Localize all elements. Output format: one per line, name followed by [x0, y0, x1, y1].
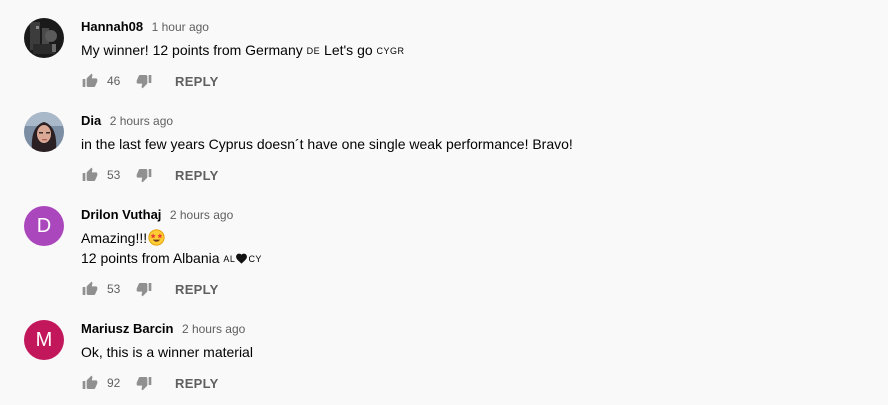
comment-thread: Dia 2 hours ago in the last few years Cy…: [24, 112, 864, 192]
like-button[interactable]: [81, 280, 99, 298]
dislike-button[interactable]: [135, 280, 153, 298]
comment-actions: 53 REPLY: [81, 277, 219, 301]
comment-actions: 46 REPLY: [81, 69, 219, 93]
like-count: 92: [107, 376, 121, 390]
comment-body: Mariusz Barcin 2 hours ago Ok, this is a…: [81, 320, 861, 362]
dislike-button[interactable]: [135, 166, 153, 184]
black-heart-emoji: [236, 253, 248, 264]
avatar-photo: [24, 18, 64, 58]
comment-body: Dia 2 hours ago in the last few years Cy…: [81, 112, 861, 154]
comment-time[interactable]: 2 hours ago: [182, 322, 245, 336]
reply-button[interactable]: REPLY: [175, 168, 219, 183]
dislike-button[interactable]: [135, 374, 153, 392]
thumb-up-icon: [82, 73, 98, 87]
flag-cy: CY: [248, 254, 262, 264]
comment-text-part: My winner! 12 points from Germany: [81, 42, 307, 58]
avatar[interactable]: D: [24, 206, 64, 246]
thumb-down-icon: [136, 377, 152, 391]
thumb-up-icon: [82, 167, 98, 181]
like-count: 46: [107, 74, 121, 88]
like-count: 53: [107, 282, 121, 296]
flag-cy-gr: CYGR: [376, 46, 405, 56]
comment-header: Hannah08 1 hour ago: [81, 18, 861, 36]
comment-author[interactable]: Dia: [81, 113, 101, 128]
comment-text: My winner! 12 points from Germany DE Let…: [81, 40, 861, 61]
avatar-letter: D: [36, 214, 52, 237]
thumb-down-icon: [136, 169, 152, 183]
comment-text-part: 12 points from Albania: [81, 250, 224, 266]
avatar-letter: M: [35, 328, 53, 351]
comment-thread: Hannah08 1 hour ago My winner! 12 points…: [24, 18, 864, 98]
like-button[interactable]: [81, 374, 99, 392]
comment-text-line: 12 points from Albania AL CY: [81, 248, 861, 269]
avatar[interactable]: M: [24, 320, 64, 360]
comment-author[interactable]: Mariusz Barcin: [81, 321, 173, 336]
reply-button[interactable]: REPLY: [175, 282, 219, 297]
comment-text: in the last few years Cyprus doesn´t hav…: [81, 136, 573, 152]
comment-text: Amazing!!! 12 points from Albania AL CY: [81, 228, 861, 269]
thumb-down-icon: [136, 75, 152, 89]
thumb-down-icon: [136, 283, 152, 297]
comment-body: Drilon Vuthaj 2 hours ago Amazing!!! 12 …: [81, 206, 861, 269]
avatar[interactable]: [24, 112, 64, 152]
comment-time[interactable]: 1 hour ago: [152, 20, 209, 34]
like-count: 53: [107, 168, 121, 182]
comment-actions: 53 REPLY: [81, 163, 219, 187]
comment-header: Drilon Vuthaj 2 hours ago: [81, 206, 861, 224]
reply-button[interactable]: REPLY: [175, 74, 219, 89]
flag-de: DE: [306, 46, 321, 56]
like-button[interactable]: [81, 72, 99, 90]
comment-time[interactable]: 2 hours ago: [110, 114, 173, 128]
flag-al: AL: [223, 254, 236, 264]
dislike-button[interactable]: [135, 72, 153, 90]
comment-text: Ok, this is a winner material: [81, 344, 253, 360]
avatar-photo: [24, 112, 64, 152]
comment-body: Hannah08 1 hour ago My winner! 12 points…: [81, 18, 861, 61]
star-struck-emoji: [148, 229, 165, 246]
reply-button[interactable]: REPLY: [175, 376, 219, 391]
comment-actions: 92 REPLY: [81, 371, 219, 395]
comment-header: Mariusz Barcin 2 hours ago: [81, 320, 861, 338]
comment-text-part: Amazing!!!: [81, 230, 148, 246]
comment-author[interactable]: Drilon Vuthaj: [81, 207, 161, 222]
avatar[interactable]: [24, 18, 64, 58]
comment-author[interactable]: Hannah08: [81, 19, 143, 34]
comment-text-line: Amazing!!!: [81, 228, 861, 248]
like-button[interactable]: [81, 166, 99, 184]
thumb-up-icon: [82, 375, 98, 389]
comment-thread: D Drilon Vuthaj 2 hours ago Amazing!!! 1…: [24, 206, 864, 306]
comment-thread: M Mariusz Barcin 2 hours ago Ok, this is…: [24, 320, 864, 400]
thumb-up-icon: [82, 281, 98, 295]
comment-time[interactable]: 2 hours ago: [170, 208, 233, 222]
comment-header: Dia 2 hours ago: [81, 112, 861, 130]
comment-text-part: Let's go: [320, 42, 377, 58]
